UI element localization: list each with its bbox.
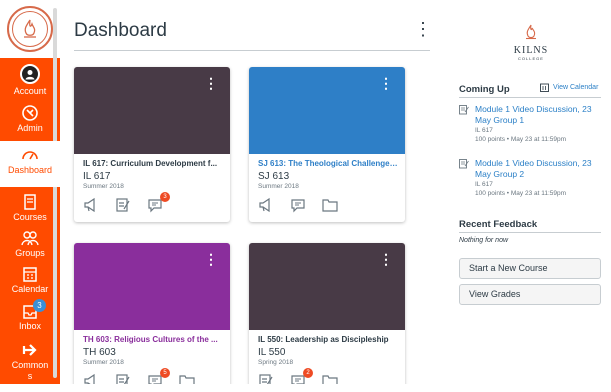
nav-item-commons[interactable]: Commons (0, 341, 60, 381)
inbox-unread-badge: 3 (33, 299, 46, 312)
shield-icon (22, 105, 38, 121)
nav-item-admin[interactable]: Admin (0, 104, 60, 136)
course-card-hero[interactable]: ⋮ (249, 67, 405, 154)
recent-feedback-empty: Nothing for now (459, 237, 509, 244)
announcements-icon[interactable] (83, 197, 99, 213)
account-avatar-icon (20, 64, 40, 84)
nav-item-account[interactable]: Account (0, 64, 60, 100)
recent-feedback-divider (459, 232, 601, 233)
institution-seal-logo[interactable] (0, 0, 60, 58)
flame-icon (24, 19, 36, 38)
course-card[interactable]: ⋮ IL 550: Leadership as Discipleship IL … (249, 243, 405, 392)
flame-icon (526, 24, 536, 40)
groups-icon (21, 231, 39, 246)
institution-brand-logo: KILNS COLLEGE (501, 24, 561, 61)
course-card-term: Spring 2018 (258, 359, 294, 366)
dashboard-icon (22, 151, 38, 160)
seal-outer-ring (7, 6, 53, 52)
coming-up-item-meta: 100 points • May 23 at 11:59pm (475, 136, 567, 143)
nav-label-groups: Groups (15, 248, 45, 258)
global-navigation: Account Admin Dashboard Courses Groups C… (0, 0, 60, 392)
seal-inner-ring (12, 11, 48, 47)
nav-label-account: Account (13, 86, 47, 96)
nav-item-dashboard[interactable]: Dashboard (0, 141, 60, 187)
coming-up-item-title[interactable]: Module 1 Video Discussion, 23 May Group … (475, 104, 609, 126)
course-card-hero[interactable]: ⋮ (74, 67, 230, 154)
discussion-item-icon (459, 105, 469, 115)
course-card-hero[interactable]: ⋮ (74, 243, 230, 330)
dashboard-options-button[interactable]: ⋮ (414, 20, 432, 38)
nav-item-groups[interactable]: Groups (0, 229, 60, 259)
commons-arrow-icon (22, 344, 37, 356)
nav-item-calendar[interactable]: Calendar (0, 265, 60, 295)
nav-item-courses[interactable]: Courses (0, 193, 60, 223)
recent-feedback-heading: Recent Feedback (459, 219, 538, 230)
brand-name: KILNS (513, 45, 549, 56)
coming-up-item-meta: 100 points • May 23 at 11:59pm (475, 190, 567, 197)
nav-label-admin: Admin (17, 123, 43, 133)
coming-up-item-title[interactable]: Module 1 Video Discussion, 23 May Group … (475, 158, 609, 180)
course-card-actions: 3 (83, 192, 170, 217)
window-bottom-edge (0, 384, 611, 392)
course-card-code: TH 603 (83, 347, 116, 358)
coming-up-item-course: IL 617 (475, 181, 493, 188)
course-card[interactable]: ⋮ IL 617: Curriculum Development f... IL… (74, 67, 230, 222)
course-card-code: IL 550 (258, 347, 286, 358)
coming-up-item[interactable]: Module 1 Video Discussion, 23 May Group … (459, 158, 609, 198)
course-card-title[interactable]: SJ 613: The Theological Challenge ... (258, 159, 398, 168)
course-card-title[interactable]: IL 550: Leadership as Discipleship (258, 335, 398, 344)
calendar-icon (23, 267, 37, 282)
course-card-hero[interactable]: ⋮ (249, 243, 405, 330)
discussions-unread-badge: 3 (160, 192, 170, 202)
card-options-button[interactable]: ⋮ (379, 252, 393, 266)
calendar-icon (540, 83, 549, 92)
course-card-term: Summer 2018 (258, 183, 299, 190)
course-card-title[interactable]: IL 617: Curriculum Development f... (83, 159, 223, 168)
card-options-button[interactable]: ⋮ (379, 76, 393, 90)
course-card-title[interactable]: TH 603: Religious Cultures of the ... (83, 335, 223, 344)
coming-up-divider (459, 97, 601, 98)
brand-subtitle: COLLEGE (518, 56, 544, 61)
discussions-unread-badge: 2 (303, 368, 313, 378)
nav-label-courses: Courses (13, 212, 47, 222)
nav-label-dashboard: Dashboard (7, 165, 53, 175)
discussions-icon[interactable] (290, 197, 306, 213)
view-calendar-link[interactable]: View Calendar (540, 83, 598, 92)
header-divider (74, 50, 430, 51)
coming-up-item[interactable]: Module 1 Video Discussion, 23 May Group … (459, 104, 609, 144)
nav-label-commons: Commons (11, 360, 49, 381)
course-card-code: IL 617 (83, 171, 111, 182)
nav-label-calendar: Calendar (11, 284, 49, 294)
course-card[interactable]: ⋮ TH 603: Religious Cultures of the ... … (74, 243, 230, 392)
course-card-term: Summer 2018 (83, 183, 124, 190)
coming-up-item-course: IL 617 (475, 127, 493, 134)
files-folder-icon[interactable] (322, 197, 338, 213)
card-options-button[interactable]: ⋮ (204, 76, 218, 90)
coming-up-heading: Coming Up (459, 84, 510, 95)
start-new-course-button[interactable]: Start a New Course (459, 258, 601, 279)
nav-label-inbox: Inbox (18, 321, 42, 331)
assignments-icon[interactable] (115, 197, 131, 213)
discussions-unread-badge: 5 (160, 368, 170, 378)
page-title: Dashboard (74, 20, 167, 41)
nav-item-inbox[interactable]: 3 Inbox (0, 299, 60, 332)
course-card[interactable]: ⋮ SJ 613: The Theological Challenge ... … (249, 67, 405, 222)
card-options-button[interactable]: ⋮ (204, 252, 218, 266)
announcements-icon[interactable] (258, 197, 274, 213)
view-grades-button[interactable]: View Grades (459, 284, 601, 305)
course-card-code: SJ 613 (258, 171, 290, 182)
book-icon (24, 194, 36, 210)
course-card-term: Summer 2018 (83, 359, 124, 366)
course-card-actions (258, 197, 338, 217)
discussions-icon[interactable]: 3 (147, 192, 170, 213)
view-calendar-label[interactable]: View Calendar (553, 84, 598, 91)
discussion-item-icon (459, 159, 469, 169)
